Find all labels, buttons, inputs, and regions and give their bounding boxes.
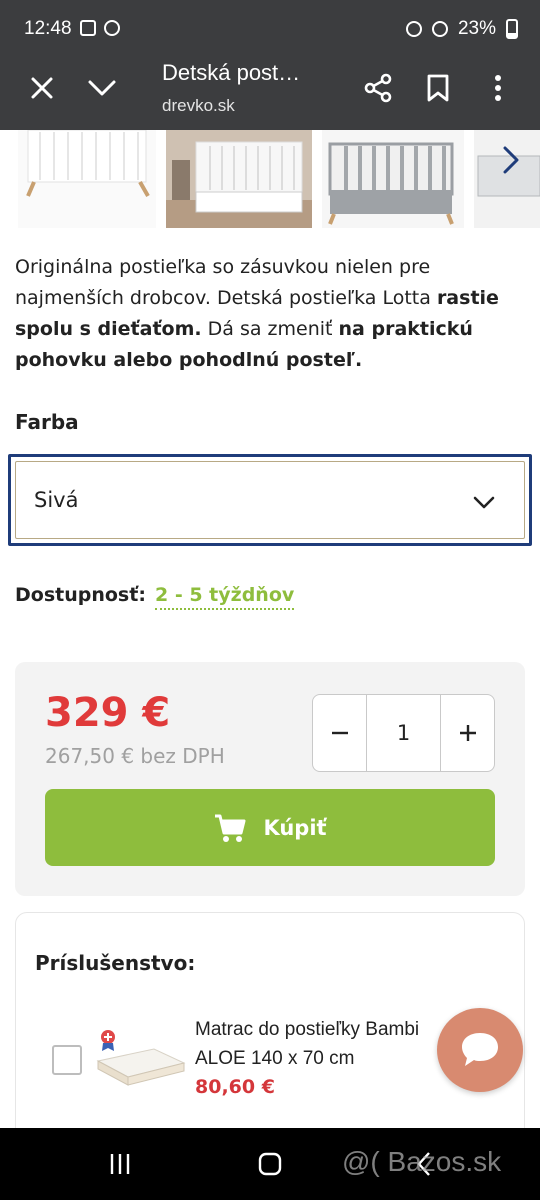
share-icon (364, 73, 392, 103)
description-text: Dá sa zmeniť (201, 318, 339, 340)
quantity-stepper: 1 (312, 694, 495, 772)
chevron-down-icon (88, 80, 116, 96)
status-time: 12:48 (24, 18, 72, 39)
accessories-title: Príslušenstvo: (35, 951, 196, 975)
home-icon[interactable] (256, 1150, 284, 1178)
gallery-thumbnail[interactable] (18, 130, 156, 228)
cart-icon (215, 814, 246, 842)
minimize-button[interactable] (74, 60, 130, 116)
buy-button-label: Kúpiť (263, 815, 327, 840)
mattress-image (96, 1030, 186, 1086)
status-right-icons: 23% (405, 18, 518, 40)
alarm-icon (405, 21, 422, 37)
accessory-name[interactable]: Matrac do postieľky Bambi ALOE 140 x 70 … (195, 1015, 455, 1073)
plus-icon (459, 725, 476, 741)
wifi-icon (431, 21, 448, 37)
availability-value[interactable]: 2 - 5 týždňov (155, 584, 295, 610)
battery-icon (506, 19, 518, 39)
browser-toolbar: Detská post… drevko.sk (0, 60, 540, 130)
description-text: Originálna postieľka so zásuvkou nielen … (15, 256, 437, 309)
more-vertical-icon (495, 75, 501, 101)
gallery-thumbnail[interactable] (166, 130, 312, 228)
quantity-decrease-button[interactable] (313, 695, 367, 771)
battery-percent: 23% (457, 18, 496, 39)
product-description: Originálna postieľka so zásuvkou nielen … (15, 252, 530, 376)
minus-icon (331, 731, 348, 735)
recent-apps-icon[interactable] (106, 1150, 134, 1178)
color-select-value: Sivá (34, 488, 79, 512)
status-bar: 12:48 23% (0, 0, 540, 60)
page-domain: drevko.sk (162, 96, 235, 115)
price-box: 329 € 267,50 € bez DPH 1 Kúpiť (15, 662, 525, 896)
gallery-thumbnail[interactable] (322, 130, 464, 228)
notification-icon (104, 20, 120, 36)
availability-label: Dostupnosť: (15, 584, 146, 606)
chat-bubble-icon (462, 1033, 498, 1066)
accessory-checkbox[interactable] (52, 1045, 82, 1075)
quantity-input[interactable]: 1 (367, 695, 440, 771)
system-navigation-bar: @( Bazos.sk (0, 1128, 540, 1200)
price-without-vat: 267,50 € bez DPH (45, 744, 225, 768)
more-options-button[interactable] (470, 60, 526, 116)
product-gallery (0, 130, 540, 230)
color-select[interactable]: Sivá (8, 454, 532, 546)
chevron-down-icon (473, 496, 495, 509)
crib-image (26, 130, 150, 197)
accessory-price: 80,60 € (195, 1076, 275, 1098)
bookmark-button[interactable] (410, 60, 466, 116)
buy-button[interactable]: Kúpiť (45, 789, 495, 866)
crib-gray-image (322, 130, 464, 228)
chevron-right-icon (503, 146, 519, 174)
gallery-next-button[interactable] (494, 140, 528, 180)
page-title: Detská post… (162, 60, 301, 85)
chat-button[interactable] (437, 1008, 523, 1092)
status-left-icons (80, 20, 120, 36)
crib-room-image (166, 130, 312, 228)
share-button[interactable] (350, 60, 406, 116)
color-select-field[interactable]: Sivá (15, 461, 525, 539)
gallery-icon (80, 20, 96, 36)
quantity-increase-button[interactable] (440, 695, 494, 771)
close-icon (31, 77, 53, 99)
bookmark-icon (427, 74, 449, 102)
bazos-watermark: @( Bazos.sk (342, 1146, 502, 1177)
close-tab-button[interactable] (14, 60, 70, 116)
color-label: Farba (15, 410, 79, 434)
product-price: 329 € (45, 690, 171, 736)
